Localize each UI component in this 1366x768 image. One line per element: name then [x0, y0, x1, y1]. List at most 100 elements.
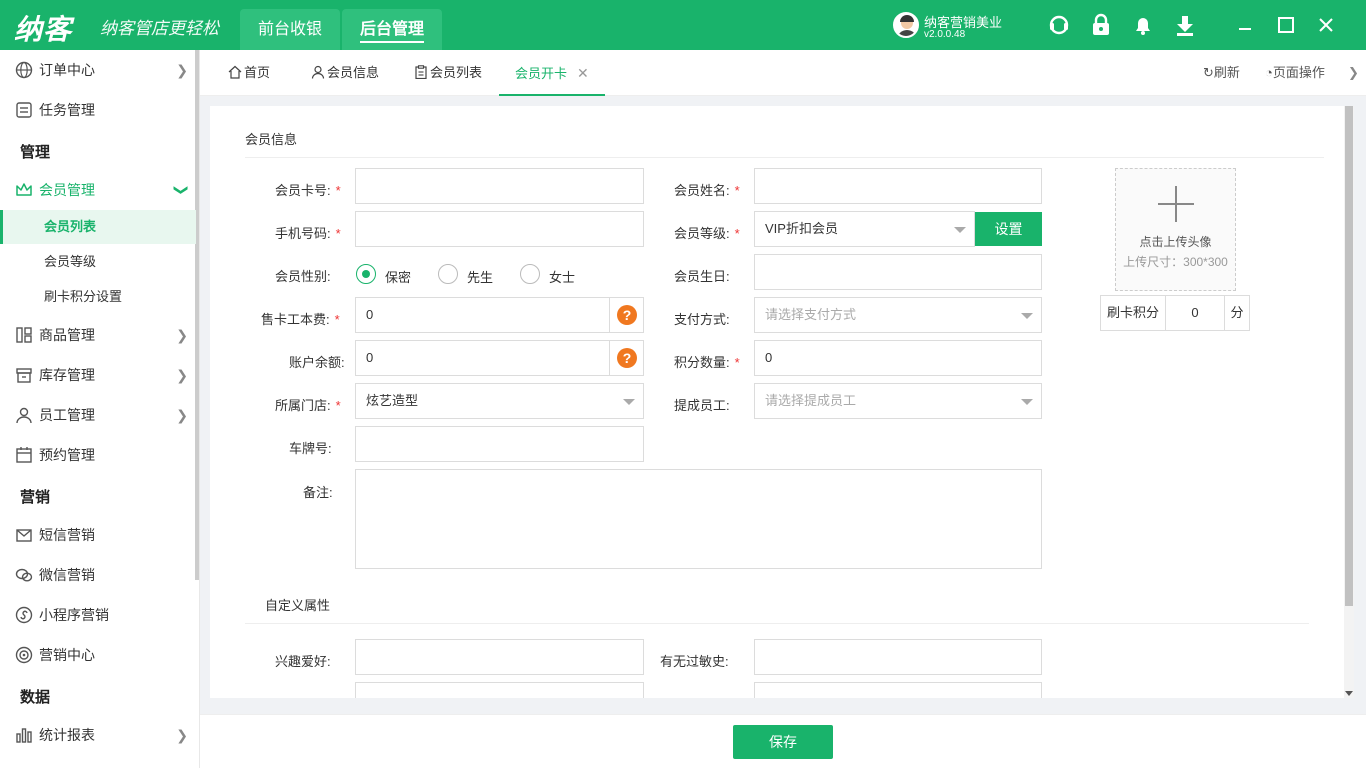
chevron-down-icon	[954, 227, 966, 233]
hobby-input[interactable]	[355, 639, 644, 675]
pay-select[interactable]: 请选择支付方式	[754, 297, 1042, 333]
sidebar-item-label: 商品管理	[39, 327, 95, 343]
chevron-right-icon: ❯	[176, 327, 188, 343]
divider	[245, 623, 1309, 624]
sidebar-item-orders[interactable]: 订单中心 ❯	[0, 50, 196, 90]
wechat-icon	[15, 568, 33, 582]
sidebar-item-sms[interactable]: 短信营销	[0, 515, 196, 555]
custom-input[interactable]	[355, 682, 644, 698]
scrollbar-thumb[interactable]	[1345, 106, 1353, 606]
scroll-down-icon[interactable]	[1345, 691, 1353, 696]
sidebar-sub-swipe-points[interactable]: 刷卡积分设置	[0, 280, 196, 314]
gender-label: 会员性别:	[275, 269, 331, 284]
remark-textarea[interactable]	[355, 469, 1042, 569]
fee-input[interactable]: 0?	[355, 297, 644, 333]
home-icon	[228, 65, 242, 79]
gender-radio-male[interactable]	[438, 264, 458, 284]
content-scrollbar[interactable]	[1344, 106, 1354, 698]
nav-front-cashier-label: 前台收银	[257, 21, 322, 38]
staff-label: 提成员工:	[674, 398, 730, 413]
help-icon[interactable]: ?	[609, 341, 643, 375]
support-icon[interactable]	[1048, 13, 1070, 37]
refresh-button[interactable]: ↻刷新	[1203, 50, 1240, 96]
sidebar-item-miniprogram[interactable]: 小程序营销	[0, 595, 196, 635]
store-select[interactable]: 炫艺造型	[355, 383, 644, 419]
sidebar-item-booking[interactable]: 预约管理	[0, 435, 196, 475]
page-ops-button[interactable]: ◔页面操作	[1265, 50, 1325, 96]
maximize-icon[interactable]	[1275, 14, 1297, 36]
nav-backend-admin[interactable]: 后台管理	[342, 9, 442, 50]
inventory-icon	[16, 368, 32, 383]
swipe-points-unit: 分	[1224, 295, 1250, 331]
fee-label: 售卡工本费: *	[261, 312, 340, 327]
allergy-label: 有无过敏史:	[660, 654, 729, 669]
pay-placeholder: 请选择支付方式	[765, 307, 857, 322]
refresh-icon: ↻	[1203, 65, 1214, 80]
nav-backend-admin-label: 后台管理	[359, 21, 424, 43]
tab-member-info[interactable]: 会员信息	[311, 50, 379, 96]
plate-input[interactable]	[355, 426, 644, 462]
page-ops-label: 页面操作	[1272, 65, 1325, 80]
phone-input[interactable]	[355, 211, 644, 247]
calendar-icon	[16, 447, 32, 463]
points-label: 积分数量: *	[674, 355, 740, 370]
level-select[interactable]: VIP折扣会员	[754, 211, 975, 247]
name-input[interactable]	[754, 168, 1042, 204]
level-value: VIP折扣会员	[765, 221, 838, 236]
tab-member-open-card[interactable]: 会员开卡 ✕	[499, 50, 605, 96]
card-no-input[interactable]	[355, 168, 644, 204]
nav-front-cashier[interactable]: 前台收银	[240, 9, 340, 50]
sidebar-item-inventory[interactable]: 库存管理 ❯	[0, 355, 196, 395]
sidebar-item-staff[interactable]: 员工管理 ❯	[0, 395, 196, 435]
swipe-points-input[interactable]: 0	[1165, 295, 1225, 331]
sidebar-item-products[interactable]: 商品管理 ❯	[0, 315, 196, 355]
sidebar-item-reports[interactable]: 统计报表 ❯	[0, 715, 196, 755]
mail-icon	[16, 529, 32, 542]
sidebar-item-marketing-center[interactable]: 营销中心	[0, 635, 196, 675]
sidebar: 订单中心 ❯ 任务管理 管理 会员管理 ❯ 会员列表 会员等级 刷卡积分设置 商…	[0, 50, 200, 768]
tab-home[interactable]: 首页	[228, 50, 270, 96]
app-logo: 纳客	[14, 13, 73, 46]
level-set-button[interactable]: 设置	[975, 212, 1042, 246]
download-icon[interactable]	[1174, 13, 1196, 37]
target-icon	[15, 646, 33, 664]
tab-label: 会员列表	[430, 65, 483, 80]
sidebar-item-label: 订单中心	[39, 62, 95, 78]
staff-select[interactable]: 请选择提成员工	[754, 383, 1042, 419]
sidebar-item-wechat[interactable]: 微信营销	[0, 555, 196, 595]
birthday-input[interactable]	[754, 254, 1042, 290]
gender-radio-female[interactable]	[520, 264, 540, 284]
gender-male-label: 先生	[467, 270, 494, 285]
avatar	[893, 12, 919, 38]
fee-value: 0	[366, 307, 374, 322]
sidebar-item-label: 会员管理	[39, 182, 95, 198]
gender-radio-secret[interactable]	[356, 264, 376, 284]
phone-label: 手机号码: *	[275, 226, 341, 241]
close-icon[interactable]	[1315, 14, 1337, 36]
sidebar-item-tasks[interactable]: 任务管理	[0, 90, 196, 130]
sidebar-sub-member-level[interactable]: 会员等级	[0, 245, 196, 279]
level-label: 会员等级: *	[674, 226, 740, 241]
sidebar-item-members[interactable]: 会员管理 ❯	[0, 170, 196, 210]
hobby-label: 兴趣爱好:	[275, 654, 331, 669]
chevron-right-icon[interactable]: ❯	[1348, 50, 1359, 96]
lock-icon[interactable]	[1090, 13, 1112, 37]
divider	[245, 157, 1324, 158]
sidebar-sub-member-list[interactable]: 会员列表	[0, 210, 196, 244]
tab-member-list[interactable]: 会员列表	[414, 50, 482, 96]
points-input[interactable]: 0	[754, 340, 1042, 376]
chevron-right-icon: ❯	[176, 727, 188, 743]
bell-icon[interactable]	[1132, 13, 1154, 37]
sidebar-section-marketing: 营销	[20, 489, 51, 506]
minimize-icon[interactable]	[1234, 14, 1256, 36]
tab-close-icon[interactable]: ✕	[577, 65, 589, 81]
balance-label: 账户余额:	[289, 355, 345, 370]
custom-select[interactable]	[754, 682, 1042, 698]
balance-input[interactable]: 0?	[355, 340, 644, 376]
gender-female-label: 女士	[549, 270, 576, 285]
save-button[interactable]: 保存	[733, 725, 833, 759]
avatar-upload[interactable]: 点击上传头像 上传尺寸：300*300	[1115, 168, 1236, 291]
help-icon[interactable]: ?	[609, 298, 643, 332]
store-value: 炫艺造型	[366, 393, 419, 408]
allergy-input[interactable]	[754, 639, 1042, 675]
